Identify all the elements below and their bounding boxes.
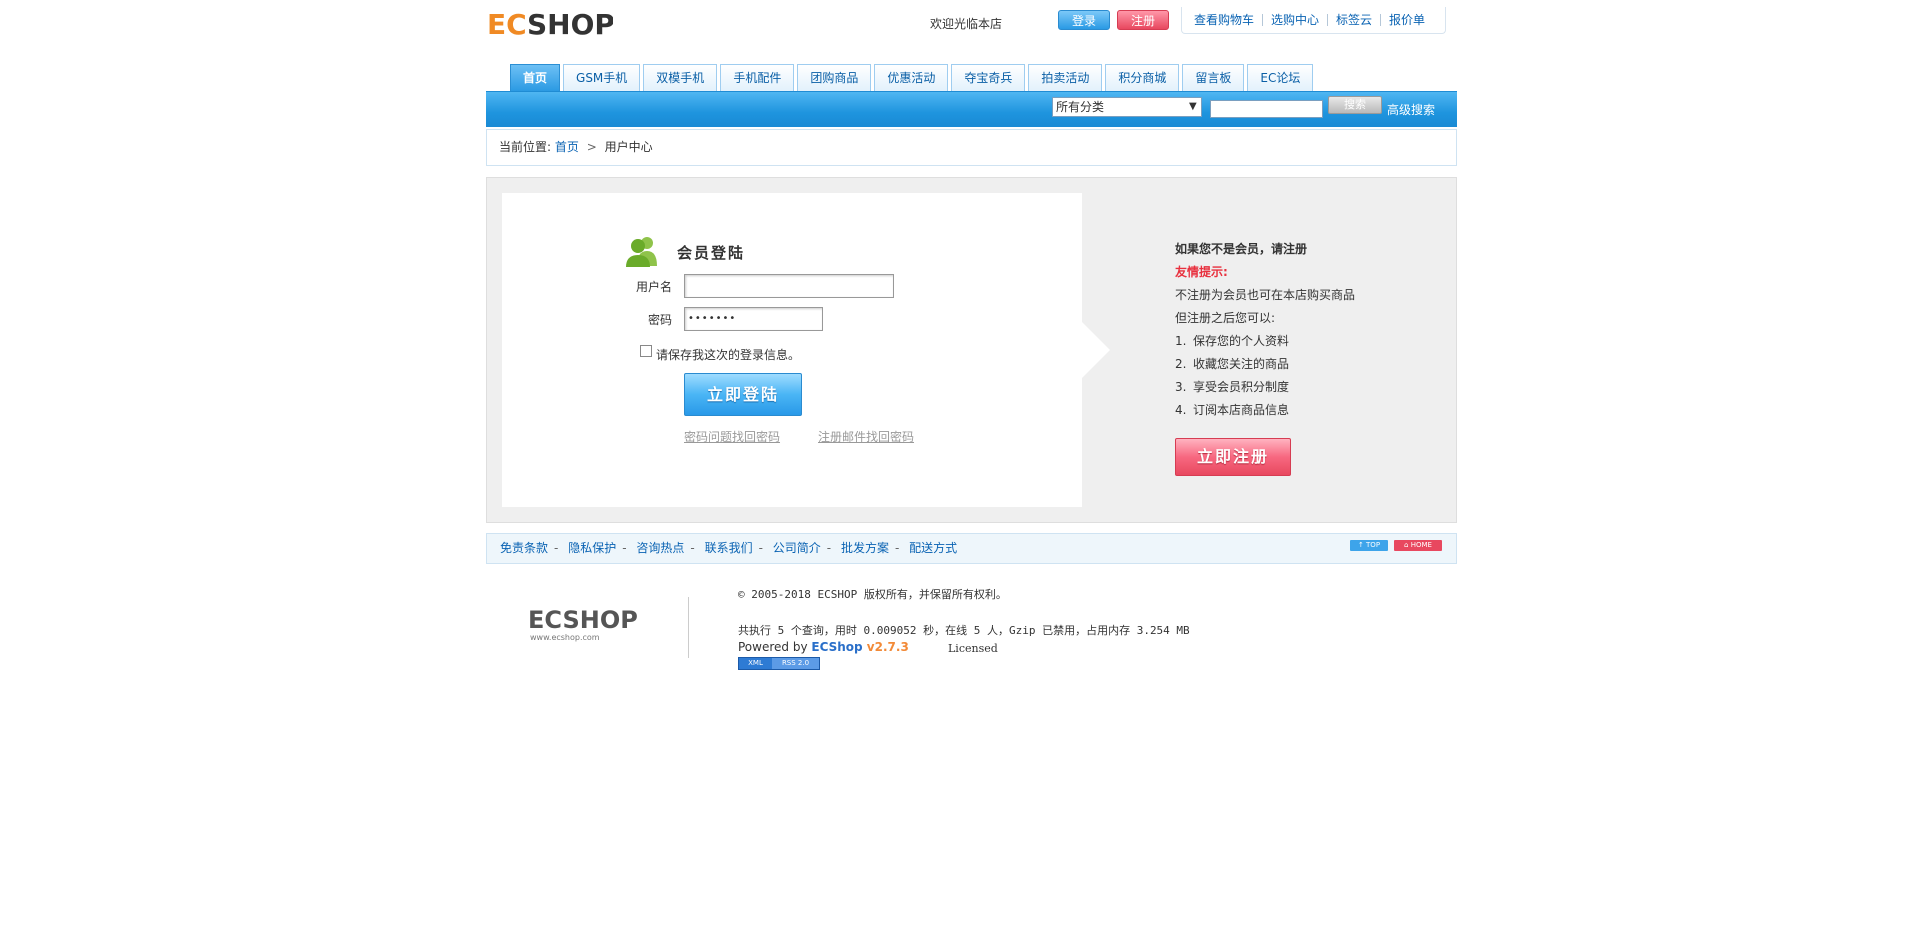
username-field[interactable] — [684, 274, 894, 298]
category-select[interactable]: 所有分类 — [1052, 97, 1202, 117]
header-register-button[interactable]: 注册 — [1117, 10, 1169, 30]
tab-auction[interactable]: 拍卖活动 — [1028, 64, 1103, 91]
tab-message-board[interactable]: 留言板 — [1182, 64, 1245, 91]
list-item: 1. 保存您的个人资料 — [1175, 334, 1290, 348]
list-item: 2. 收藏您关注的商品 — [1175, 357, 1290, 371]
svg-text:www.ecshop.com: www.ecshop.com — [530, 633, 600, 642]
footer-links: 免责条款 - 隐私保护 - 咨询热点 - 联系我们 - 公司简介 - 批发方案 - 配送方式 — [486, 533, 1457, 564]
password-field[interactable]: ••••••• — [684, 307, 823, 331]
svg-text:SHOP: SHOP — [527, 8, 613, 41]
breadcrumb-home[interactable]: 首页 — [555, 140, 579, 154]
footer-link-wholesale[interactable]: 批发方案 — [841, 541, 889, 555]
svg-text:EC: EC — [487, 8, 527, 41]
user-icon — [625, 234, 659, 268]
home-button[interactable]: ⌂ HOME — [1394, 540, 1442, 551]
list-item: 3. 享受会员积分制度 — [1175, 380, 1290, 394]
info-line-2: 但注册之后您可以: — [1175, 311, 1276, 325]
licensed-text: Licensed — [948, 642, 998, 655]
tab-phone-accessories[interactable]: 手机配件 — [720, 64, 795, 91]
tab-points-mall[interactable]: 积分商城 — [1105, 64, 1180, 91]
register-info: 如果您不是会员，请注册 友情提示: 不注册为会员也可在本店购买商品 但注册之后您… — [1175, 238, 1395, 422]
tab-ec-forum[interactable]: EC论坛 — [1247, 64, 1314, 91]
panel-arrow — [1082, 322, 1110, 378]
footer-link-shipping[interactable]: 配送方式 — [909, 541, 957, 555]
chevron-down-icon[interactable]: ▼ — [1189, 97, 1197, 117]
tab-gsm-phones[interactable]: GSM手机 — [563, 64, 641, 91]
tag-cloud-link[interactable]: 标签云 — [1327, 14, 1380, 26]
benefit-list: 1. 保存您的个人资料 2. 收藏您关注的商品 3. 享受会员积分制度 4. 订阅本店商… — [1175, 330, 1395, 422]
search-button[interactable]: 搜索 — [1328, 96, 1382, 114]
register-question: 如果您不是会员，请注册 — [1175, 242, 1308, 256]
info-line-1: 不注册为会员也可在本店购买商品 — [1175, 288, 1356, 302]
recover-by-question-link[interactable]: 密码问题找回密码 — [684, 428, 780, 445]
powered-by: Powered by ECShop v2.7.3 — [738, 640, 909, 654]
footer-link-disclaimer[interactable]: 免责条款 — [500, 541, 548, 555]
top-links: 查看购物车 选购中心 标签云 报价单 — [1181, 7, 1446, 34]
shopping-center-link[interactable]: 选购中心 — [1262, 14, 1327, 26]
ecshop-link[interactable]: ECShop — [811, 640, 862, 654]
footer-logo: ECSHOP www.ecshop.com — [528, 604, 638, 644]
ecshop-logo[interactable]: EC SHOP — [487, 6, 615, 42]
rss-feed-badge[interactable]: XML RSS 2.0 — [738, 657, 820, 670]
cart-link[interactable]: 查看购物车 — [1194, 14, 1262, 26]
breadcrumb: 当前位置: 首页 > 用户中心 — [486, 129, 1457, 166]
xml-badge: XML — [739, 658, 772, 669]
register-submit-button[interactable]: 立即注册 — [1175, 438, 1291, 476]
header-login-button[interactable]: 登录 — [1058, 10, 1110, 30]
quote-link[interactable]: 报价单 — [1380, 14, 1433, 26]
tab-group-buy[interactable]: 团购商品 — [797, 64, 872, 91]
copyright-text: © 2005-2018 ECSHOP 版权所有，并保留所有权利。 — [738, 588, 1007, 601]
breadcrumb-prefix: 当前位置: — [499, 140, 552, 154]
password-label: 密码 — [648, 313, 673, 327]
recover-by-email-link[interactable]: 注册邮件找回密码 — [818, 428, 914, 445]
query-stats: 共执行 5 个查询，用时 0.009052 秒，在线 5 人，Gzip 已禁用，… — [738, 624, 1190, 637]
tab-snatch[interactable]: 夺宝奇兵 — [951, 64, 1026, 91]
tip-title: 友情提示: — [1175, 265, 1228, 279]
login-submit-button[interactable]: 立即登陆 — [684, 373, 802, 416]
remember-label[interactable]: 请保存我这次的登录信息。 — [656, 346, 800, 363]
rss-badge: RSS 2.0 — [772, 658, 819, 669]
footer-link-hotline[interactable]: 咨询热点 — [636, 541, 684, 555]
footer-link-contact[interactable]: 联系我们 — [705, 541, 753, 555]
remember-checkbox[interactable] — [640, 345, 652, 357]
back-to-top-button[interactable]: ↑ TOP — [1350, 540, 1388, 551]
tab-home[interactable]: 首页 — [510, 64, 561, 91]
list-item: 4. 订阅本店商品信息 — [1175, 403, 1290, 417]
footer-link-about[interactable]: 公司简介 — [773, 541, 821, 555]
svg-text:ECSHOP: ECSHOP — [528, 606, 638, 634]
username-label: 用户名 — [636, 280, 673, 294]
tab-dual-mode-phones[interactable]: 双模手机 — [643, 64, 718, 91]
breadcrumb-sep: > — [586, 140, 597, 154]
advanced-search-link[interactable]: 高级搜索 — [1387, 101, 1435, 118]
search-input[interactable] — [1210, 100, 1323, 118]
tab-promotions[interactable]: 优惠活动 — [874, 64, 949, 91]
footer-link-privacy[interactable]: 隐私保护 — [568, 541, 616, 555]
footer-divider — [688, 597, 689, 658]
welcome-text: 欢迎光临本店 — [930, 17, 1003, 31]
main-nav: 首页 GSM手机 双模手机 手机配件 团购商品 优惠活动 夺宝奇兵 拍卖活动 积… — [510, 64, 1314, 91]
login-title: 会员登陆 — [677, 244, 746, 262]
breadcrumb-current: 用户中心 — [604, 140, 653, 154]
